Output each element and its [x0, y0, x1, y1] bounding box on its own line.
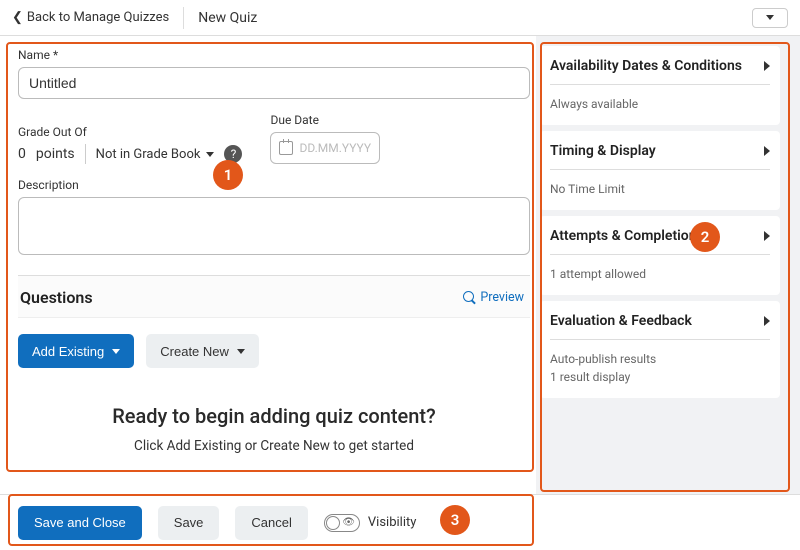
chevron-down-icon — [206, 152, 214, 157]
panel-attempts: Attempts & Completion 1 attempt allowed — [540, 216, 780, 295]
chevron-right-icon — [764, 146, 770, 156]
back-label: Back to Manage Quizzes — [27, 10, 169, 25]
quiz-form-panel: Name Grade Out Of 0 points Not in Grade … — [0, 36, 540, 494]
gradebook-label: Not in Grade Book — [96, 147, 201, 162]
eye-off-icon: 👁 — [342, 517, 355, 528]
chevron-right-icon — [764, 61, 770, 71]
gradebook-dropdown[interactable]: Not in Grade Book — [96, 147, 215, 162]
due-date-input[interactable]: DD.MM.YYYY — [270, 132, 380, 164]
panel-evaluation-sub: Auto-publish results 1 result display — [550, 350, 770, 386]
points-value: 0 — [18, 146, 26, 162]
chevron-right-icon — [764, 231, 770, 241]
preview-label: Preview — [480, 290, 524, 305]
divider — [85, 144, 86, 164]
chevron-right-icon — [764, 316, 770, 326]
due-date-placeholder: DD.MM.YYYY — [299, 141, 371, 155]
annotation-marker-1: 1 — [213, 160, 243, 190]
panel-availability-header[interactable]: Availability Dates & Conditions — [550, 58, 770, 85]
panel-evaluation: Evaluation & Feedback Auto-publish resul… — [540, 301, 780, 398]
page-actions-dropdown[interactable] — [752, 8, 788, 28]
add-existing-button[interactable]: Add Existing — [18, 334, 134, 368]
panel-availability: Availability Dates & Conditions Always a… — [540, 46, 780, 125]
save-button[interactable]: Save — [158, 506, 220, 540]
due-date-label: Due Date — [270, 113, 380, 127]
panel-availability-sub: Always available — [550, 95, 770, 113]
panel-timing-header[interactable]: Timing & Display — [550, 143, 770, 170]
panel-timing: Timing & Display No Time Limit — [540, 131, 780, 210]
panel-attempts-header[interactable]: Attempts & Completion — [550, 228, 770, 255]
questions-section-header: Questions Preview — [18, 275, 530, 318]
annotation-marker-2: 2 — [690, 222, 720, 252]
description-input[interactable] — [18, 197, 530, 255]
panel-timing-title: Timing & Display — [550, 143, 656, 159]
name-input[interactable] — [18, 67, 530, 99]
save-and-close-button[interactable]: Save and Close — [18, 506, 142, 540]
footer-bar: Save and Close Save Cancel 👁 Visibility — [0, 494, 800, 550]
panel-evaluation-title: Evaluation & Feedback — [550, 313, 692, 329]
annotation-marker-3: 3 — [440, 505, 470, 535]
panel-attempts-sub: 1 attempt allowed — [550, 265, 770, 283]
preview-icon — [463, 291, 476, 304]
chevron-down-icon — [237, 349, 245, 354]
chevron-down-icon — [112, 349, 120, 354]
empty-state-heading: Ready to begin adding quiz content? — [18, 404, 530, 428]
calendar-icon — [279, 141, 293, 155]
points-unit: points — [36, 146, 75, 162]
questions-title: Questions — [20, 288, 93, 307]
empty-state-sub: Click Add Existing or Create New to get … — [18, 438, 530, 454]
page-title: New Quiz — [198, 10, 257, 26]
chevron-down-icon — [766, 15, 774, 20]
settings-sidebar: Availability Dates & Conditions Always a… — [540, 36, 800, 494]
cancel-button[interactable]: Cancel — [235, 506, 307, 540]
toggle-pill: 👁 — [324, 514, 360, 532]
empty-state: Ready to begin adding quiz content? Clic… — [18, 404, 530, 454]
panel-evaluation-header[interactable]: Evaluation & Feedback — [550, 313, 770, 340]
add-existing-label: Add Existing — [32, 344, 104, 359]
description-label: Description — [18, 178, 528, 192]
visibility-toggle[interactable]: 👁 Visibility — [324, 514, 417, 532]
create-new-label: Create New — [160, 344, 229, 359]
visibility-label: Visibility — [368, 515, 417, 530]
preview-button[interactable]: Preview — [463, 290, 524, 305]
divider — [183, 7, 184, 29]
create-new-button[interactable]: Create New — [146, 334, 259, 368]
grade-label: Grade Out Of — [18, 125, 242, 139]
panel-attempts-title: Attempts & Completion — [550, 228, 697, 244]
toggle-knob — [326, 516, 340, 530]
topbar: ❮ Back to Manage Quizzes New Quiz — [0, 0, 800, 36]
chevron-left-icon: ❮ — [12, 10, 23, 25]
panel-timing-sub: No Time Limit — [550, 180, 770, 198]
name-label: Name — [18, 48, 528, 62]
panel-availability-title: Availability Dates & Conditions — [550, 58, 742, 74]
back-to-manage-link[interactable]: ❮ Back to Manage Quizzes — [12, 10, 169, 25]
